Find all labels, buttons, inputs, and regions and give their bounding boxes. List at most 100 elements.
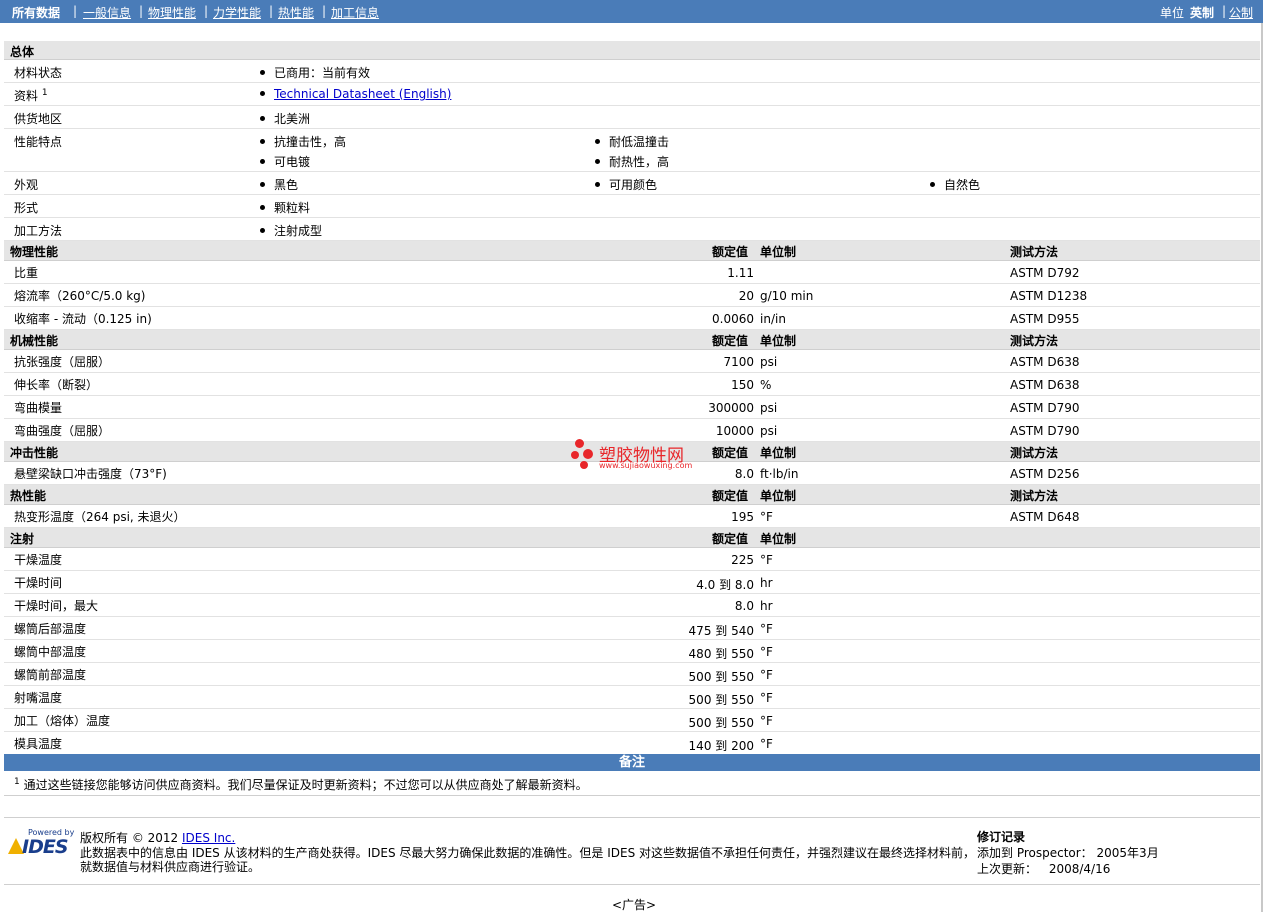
- col-method: 测试方法: [1010, 489, 1059, 503]
- table-row: 弯曲模量 300000 psi ASTM D790: [4, 396, 1260, 419]
- revision-title: 修订记录: [977, 830, 1026, 844]
- property-label: 熔流率（260°C/5.0 kg): [14, 289, 146, 303]
- property-unit: in/in: [760, 312, 786, 326]
- property-label: 射嘴温度: [14, 691, 63, 705]
- section-header-general: 总体: [4, 41, 1260, 60]
- bullet-value: 可用颜色: [595, 176, 657, 193]
- test-method: ASTM D790: [1010, 424, 1080, 438]
- test-method: ASTM D256: [1010, 467, 1080, 481]
- property-unit: °F: [760, 714, 773, 728]
- bullet-value: 黑色: [260, 176, 298, 193]
- disclaimer-line: 就数据值与材料供应商进行验证。: [80, 860, 261, 874]
- col-nominal: 额定值: [712, 446, 749, 460]
- watermark-dot: [580, 461, 588, 469]
- property-unit: g/10 min: [760, 289, 814, 303]
- nav-all-data[interactable]: 所有数据: [12, 4, 60, 21]
- property-label: 材料状态: [14, 66, 63, 80]
- property-unit: °F: [760, 553, 773, 567]
- unit-imperial[interactable]: 英制: [1190, 4, 1214, 21]
- table-row: 干燥时间，最大 8.0 hr: [4, 594, 1260, 617]
- property-label: 供货地区: [14, 112, 63, 126]
- property-value: 500 到 550: [688, 716, 754, 730]
- property-value: 7100: [723, 355, 754, 369]
- bullet-icon: [595, 139, 600, 144]
- col-method: 测试方法: [1010, 334, 1059, 348]
- property-value: 0.0060: [712, 312, 754, 326]
- property-value: 1.11: [727, 266, 754, 280]
- bullet-icon: [260, 91, 265, 96]
- nav-general-info[interactable]: 一般信息: [83, 4, 131, 21]
- property-label: 抗张强度（屈服）: [14, 355, 111, 369]
- bullet-value: 抗撞击性，高: [260, 133, 346, 150]
- bullet-icon: [260, 159, 265, 164]
- ides-link[interactable]: IDES Inc.: [182, 831, 235, 845]
- table-row: 资料 1 Technical Datasheet (English): [4, 83, 1260, 106]
- table-row: 供货地区 北美洲: [4, 106, 1260, 129]
- watermark-dot: [571, 451, 579, 459]
- bullet-icon: [595, 182, 600, 187]
- logo-name: IDES: [22, 836, 69, 858]
- watermark-url: www.sujiaowuxing.com: [599, 461, 693, 470]
- note-text: 1 通过这些链接您能够访问供应商资料。我们尽量保证及时更新资料；不过您可以从供应…: [14, 777, 588, 792]
- bullet-value: 耐低温撞击: [595, 133, 669, 150]
- table-row: 干燥温度 225 °F: [4, 548, 1260, 571]
- property-value: 300000: [708, 401, 754, 415]
- table-row: 螺筒前部温度 500 到 550 °F: [4, 663, 1260, 686]
- property-label: 收缩率 - 流动（0.125 in): [14, 312, 152, 326]
- nav-thermal[interactable]: 热性能: [278, 4, 314, 21]
- test-method: ASTM D638: [1010, 355, 1080, 369]
- table-row: 加工（熔体）温度 500 到 550 °F: [4, 709, 1260, 732]
- property-unit: °F: [760, 510, 773, 524]
- property-label: 性能特点: [14, 135, 63, 149]
- ad-label: <广告>: [612, 898, 657, 912]
- property-unit: °F: [760, 691, 773, 705]
- property-label: 干燥时间: [14, 576, 63, 590]
- property-value: 475 到 540: [688, 624, 754, 638]
- property-label: 资料 1: [14, 88, 48, 103]
- watermark-dot: [575, 439, 584, 448]
- bullet-value: 可电镀: [260, 153, 310, 170]
- section-title: 冲击性能: [10, 446, 59, 460]
- section-header-physical: 物理性能 额定值 单位制 测试方法: [4, 241, 1260, 261]
- test-method: ASTM D955: [1010, 312, 1080, 326]
- bullet-value: Technical Datasheet (English): [260, 87, 451, 101]
- property-label: 螺筒前部温度: [14, 668, 87, 682]
- property-label: 螺筒后部温度: [14, 622, 87, 636]
- bullet-icon: [260, 139, 265, 144]
- ides-logo: Powered by IDES: [8, 828, 74, 858]
- property-label: 加工（熔体）温度: [14, 714, 111, 728]
- section-title: 注射: [10, 532, 35, 546]
- datasheet-link[interactable]: Technical Datasheet (English): [274, 87, 451, 101]
- section-title: 总体: [10, 45, 35, 59]
- table-row: 材料状态 已商用：当前有效: [4, 60, 1260, 83]
- bullet-icon: [260, 116, 265, 121]
- watermark-dot: [583, 449, 593, 459]
- table-row: 抗张强度（屈服） 7100 psi ASTM D638: [4, 350, 1260, 373]
- property-value: 10000: [715, 424, 754, 438]
- nav-physical[interactable]: 物理性能: [148, 4, 196, 21]
- section-title: 热性能: [10, 489, 47, 503]
- property-label: 形式: [14, 201, 39, 215]
- nav-separator: |: [322, 4, 327, 18]
- property-label: 弯曲强度（屈服）: [14, 424, 111, 438]
- property-unit: psi: [760, 355, 778, 369]
- nav-mechanical[interactable]: 力学性能: [213, 4, 261, 21]
- table-row: 外观 黑色 可用颜色 自然色: [4, 172, 1260, 195]
- table-row: 螺筒后部温度 475 到 540 °F: [4, 617, 1260, 640]
- property-value: 8.0: [734, 467, 754, 481]
- divider: [4, 884, 1260, 885]
- col-unit: 单位制: [760, 245, 797, 259]
- table-row: 热变形温度（264 psi, 未退火） 195 °F ASTM D648: [4, 505, 1260, 528]
- property-value: 500 到 550: [688, 670, 754, 684]
- nav-processing[interactable]: 加工信息: [331, 4, 379, 21]
- section-title: 物理性能: [10, 245, 59, 259]
- section-title: 机械性能: [10, 334, 59, 348]
- property-value: 20: [738, 289, 754, 303]
- property-label: 干燥温度: [14, 553, 63, 567]
- nav-separator: |: [73, 4, 78, 18]
- bullet-icon: [260, 70, 265, 75]
- unit-metric[interactable]: 公制: [1229, 4, 1253, 21]
- property-value: 225: [731, 553, 754, 567]
- nav-separator: |: [269, 4, 274, 18]
- property-value: 4.0 到 8.0: [696, 578, 754, 592]
